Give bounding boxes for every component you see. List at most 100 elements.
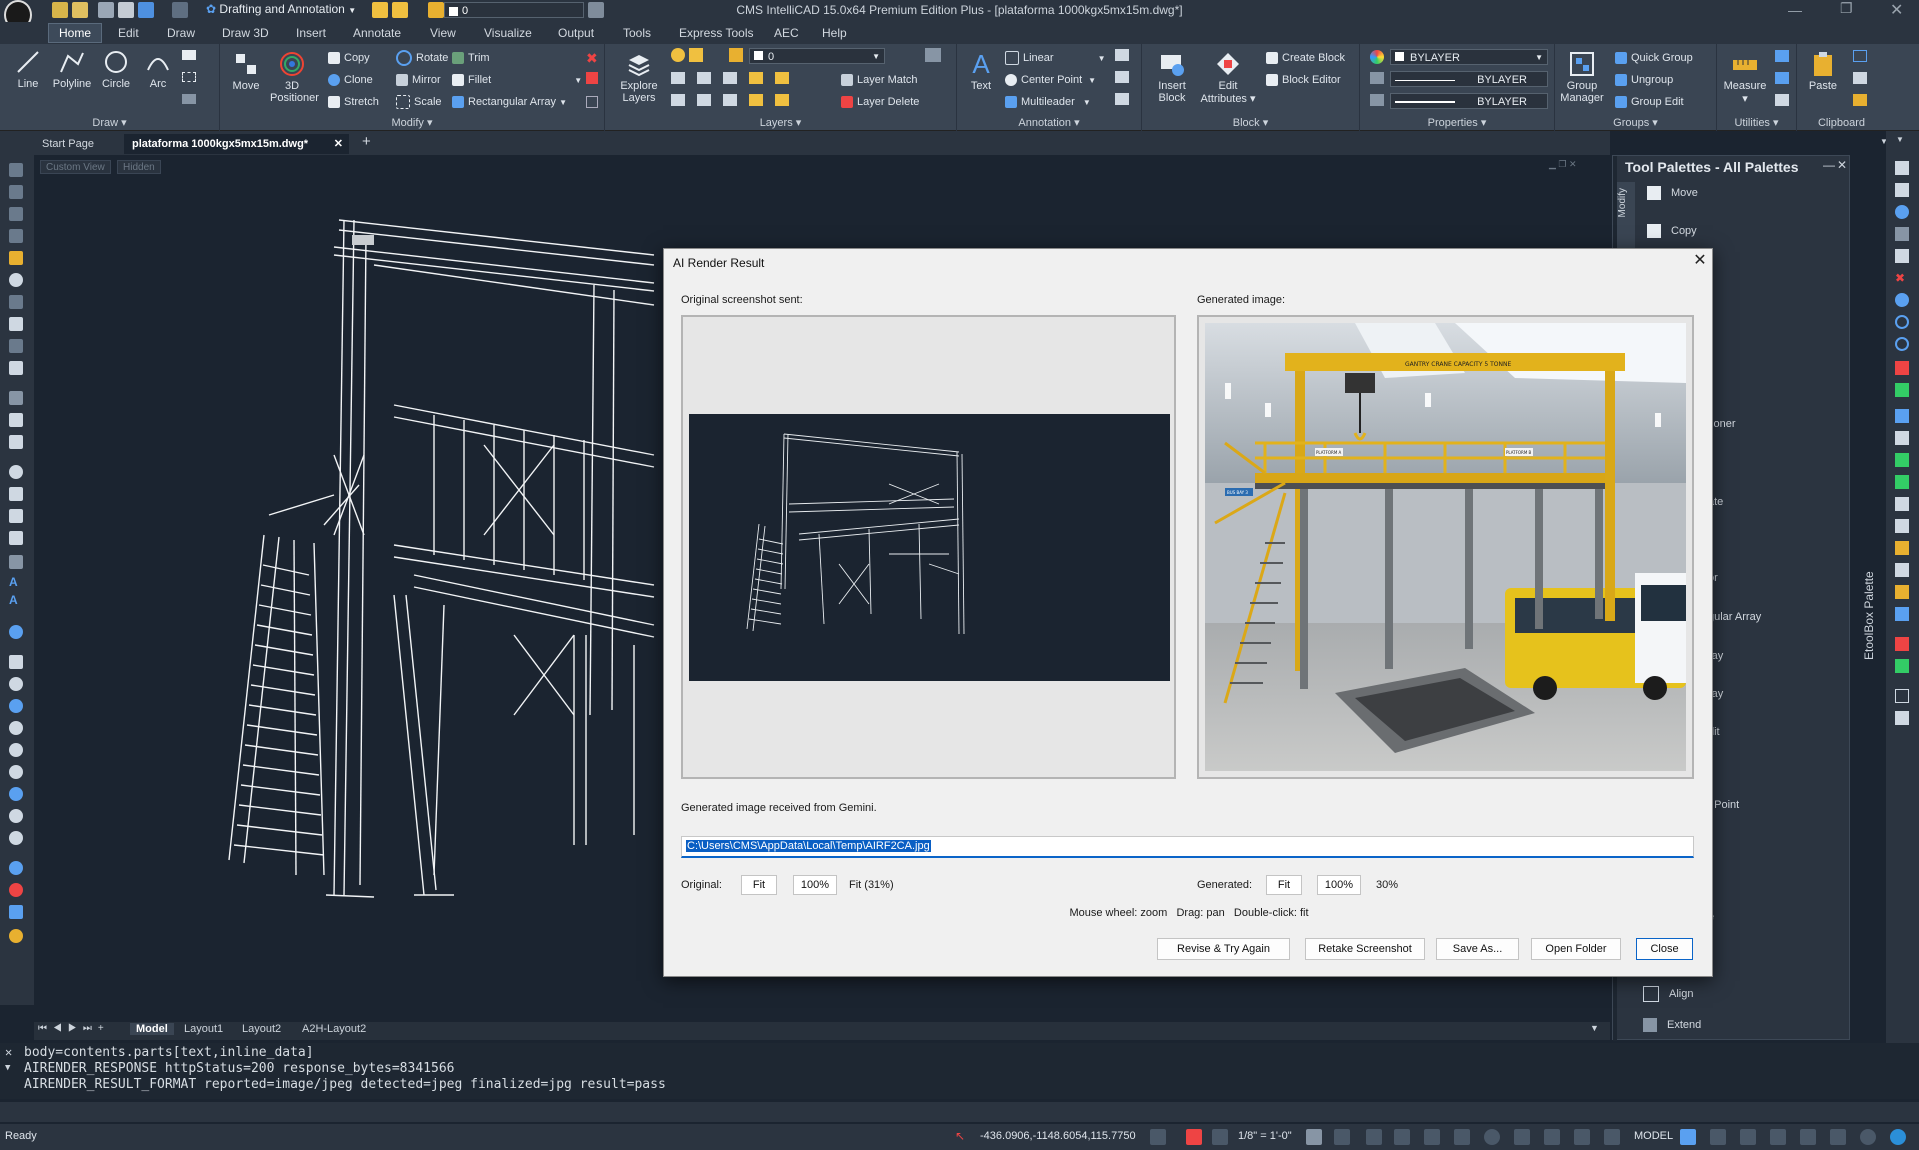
arc-button[interactable]: Arc	[138, 48, 178, 90]
zoom-extents-icon[interactable]	[9, 721, 23, 735]
wipeout-tool-icon[interactable]	[9, 487, 23, 501]
snap-icon[interactable]	[1150, 1129, 1166, 1145]
open-folder-button[interactable]: Open Folder	[1531, 938, 1621, 960]
restore-icon[interactable]: ❐	[1840, 0, 1853, 17]
polyline-tool-icon[interactable]	[9, 207, 23, 221]
block-tool-icon[interactable]	[9, 555, 23, 569]
annotation-scale[interactable]: 1/8" = 1'-0"	[1238, 1130, 1292, 1142]
tab-draw[interactable]: Draw	[167, 26, 195, 40]
copy-clip-icon[interactable]	[1853, 72, 1867, 84]
layers-group-label[interactable]: Layers ▾	[605, 116, 956, 129]
text-button[interactable]: A Text	[961, 50, 1001, 92]
pan-tool-icon[interactable]	[9, 655, 23, 669]
pencil-tool-icon[interactable]	[9, 251, 23, 265]
align-tool-icon[interactable]	[1895, 659, 1909, 673]
minimize-icon[interactable]: —	[1788, 2, 1802, 18]
lock-ui-icon[interactable]	[1770, 1129, 1786, 1145]
stop-tool-icon[interactable]	[9, 883, 23, 897]
auto-scale-icon[interactable]	[1334, 1129, 1350, 1145]
tab-draw-3d[interactable]: Draw 3D	[222, 26, 269, 40]
multileader-button[interactable]: Multileader ▼	[1005, 93, 1091, 111]
clean-screen-icon[interactable]	[1830, 1129, 1846, 1145]
grid-mode-icon[interactable]	[1394, 1129, 1410, 1145]
snap-mode-icon[interactable]	[1366, 1129, 1382, 1145]
join-tool-icon[interactable]	[1895, 563, 1909, 577]
original-fit-button[interactable]: Fit	[741, 875, 777, 895]
zoom-out-icon[interactable]	[9, 787, 23, 801]
copy-tool-icon[interactable]	[1895, 183, 1909, 197]
scale-button[interactable]: Scale	[396, 93, 442, 111]
explode-tool-icon[interactable]	[1895, 541, 1909, 555]
create-block-button[interactable]: Create Block	[1266, 49, 1345, 67]
hatch-icon[interactable]	[182, 94, 196, 104]
markup-icon[interactable]	[1115, 71, 1129, 83]
orbit-tool-icon[interactable]	[9, 625, 23, 639]
polygon-tool-icon[interactable]	[9, 229, 23, 243]
tab-start-page[interactable]: Start Page	[34, 134, 102, 154]
tab-home[interactable]: Home	[48, 23, 103, 43]
groups-group-label[interactable]: Groups ▾	[1555, 116, 1716, 129]
circle-button[interactable]: Circle	[96, 48, 136, 90]
erase-icon[interactable]: ✖	[586, 50, 598, 67]
gear-icon[interactable]	[1680, 1129, 1696, 1145]
mirror-tool-icon[interactable]	[1895, 383, 1909, 397]
clone-button[interactable]: Clone	[328, 71, 373, 89]
stretch-tool-icon[interactable]	[1895, 409, 1909, 423]
generated-fit-button[interactable]: Fit	[1266, 875, 1302, 895]
arc-tool-icon[interactable]	[9, 295, 23, 309]
explore-layers-button[interactable]: Explore Layers	[617, 50, 661, 104]
zoom-all-icon[interactable]	[9, 809, 23, 823]
rectangular-array-button[interactable]: Rectangular Array ▼	[452, 93, 567, 111]
mtext-tool-icon[interactable]: A	[9, 575, 18, 589]
tab-help[interactable]: Help	[822, 26, 847, 40]
transparency-icon[interactable]	[1604, 1129, 1620, 1145]
mirror-button[interactable]: Mirror	[396, 71, 441, 89]
generated-image-pane[interactable]: GANTRY CRANE CAPACITY 5 TONNE PLATFORM A…	[1197, 315, 1694, 779]
move-tool-icon[interactable]	[1895, 161, 1909, 175]
retake-screenshot-button[interactable]: Retake Screenshot	[1305, 938, 1425, 960]
edit-attributes-button[interactable]: Edit Attributes ▾	[1198, 50, 1258, 105]
dialog-close-icon[interactable]: ✕	[1690, 251, 1710, 271]
palette-item-copy[interactable]: Copy	[1647, 224, 1697, 238]
isolate-icon[interactable]	[1740, 1129, 1756, 1145]
chevron-down-icon[interactable]: ▼	[1896, 135, 1904, 144]
tab-edit[interactable]: Edit	[118, 26, 139, 40]
chevron-down-icon[interactable]: ▼	[1590, 1023, 1599, 1033]
line-button[interactable]: Line	[8, 48, 48, 90]
tab-drawing[interactable]: plataforma 1000kgx5mx15m.dwg* ✕	[124, 134, 349, 154]
divide-tool-icon[interactable]	[1895, 689, 1909, 703]
fillet-button[interactable]: Fillet ▼	[452, 71, 582, 89]
center-point-button[interactable]: Center Point ▼	[1005, 71, 1096, 89]
group-edit-button[interactable]: Group Edit	[1615, 93, 1684, 111]
match-properties-icon[interactable]	[1853, 94, 1867, 106]
modify-group-label[interactable]: Modify ▾	[220, 116, 604, 129]
original-image-pane[interactable]	[681, 315, 1176, 779]
paste-button[interactable]: Paste	[1803, 50, 1843, 92]
model-space-toggle[interactable]: MODEL	[1634, 1130, 1673, 1142]
sun-tool-icon[interactable]	[9, 929, 23, 943]
window-close-icon[interactable]: ✕	[1890, 0, 1903, 20]
insert-block-button[interactable]: Insert Block	[1150, 50, 1194, 104]
zoom-tool-icon[interactable]	[9, 677, 23, 691]
named-views-icon[interactable]	[9, 861, 23, 875]
boundary-tool-icon[interactable]	[9, 435, 23, 449]
table-tool-icon[interactable]	[9, 531, 23, 545]
bulb-icon[interactable]	[671, 48, 685, 62]
layout-tab-a2h-layout2[interactable]: A2H-Layout2	[296, 1023, 372, 1035]
revcloud-tool-icon[interactable]	[9, 509, 23, 523]
explode-icon[interactable]	[586, 72, 598, 84]
measure-button[interactable]: Measure ▾	[1721, 50, 1769, 105]
quick-select-icon[interactable]	[1775, 50, 1789, 62]
trim-button[interactable]: Trim	[452, 49, 490, 67]
check-icon[interactable]	[1890, 1129, 1906, 1145]
point-tool-icon[interactable]	[9, 361, 23, 375]
palette-item-extend[interactable]: Extend	[1643, 1018, 1701, 1032]
tab-tools[interactable]: Tools	[623, 26, 651, 40]
offset-icon[interactable]	[586, 96, 598, 108]
revcloud-icon[interactable]	[1115, 93, 1129, 105]
break-tool-icon[interactable]	[1895, 361, 1909, 375]
quick-group-button[interactable]: Quick Group	[1615, 49, 1693, 67]
draw-group-label[interactable]: Draw ▾	[0, 116, 219, 129]
annotation-scale-icon[interactable]	[1212, 1129, 1228, 1145]
layout-nav-icons[interactable]: ⏮◀▶⏭+	[38, 1023, 110, 1034]
